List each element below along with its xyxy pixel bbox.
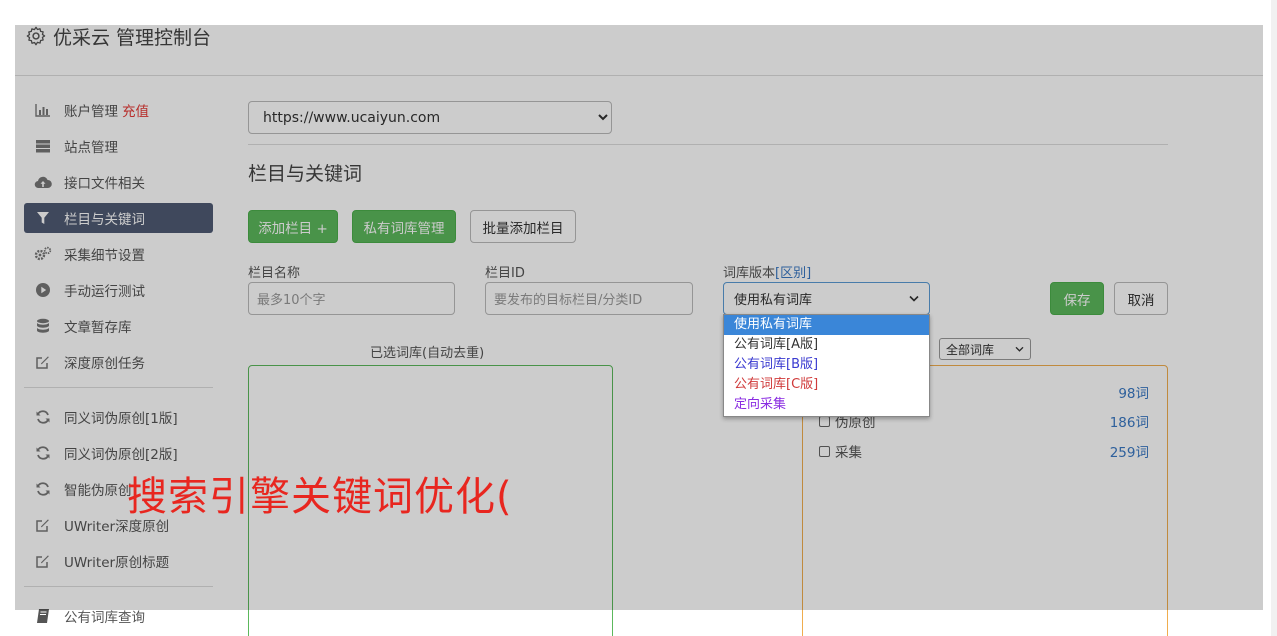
dropdown-option-targeted[interactable]: 定向采集 xyxy=(724,395,929,415)
sidebar-item-sites[interactable]: 站点管理 xyxy=(24,131,213,161)
sidebar-item-label: UWriter原创标题 xyxy=(64,555,170,571)
lib-version-dropdown: 使用私有词库 公有词库[A版] 公有词库[B版] 公有词库[C版] 定向采集 xyxy=(723,314,930,417)
lib-filter-select[interactable]: 全部词库 xyxy=(939,338,1031,360)
lib-row-count: 259词 xyxy=(1109,445,1149,461)
refresh-icon xyxy=(34,444,52,462)
bar-chart-icon xyxy=(34,101,52,119)
lib-version-select[interactable]: 使用私有词库 xyxy=(723,282,930,315)
server-icon xyxy=(34,137,52,155)
sidebar-item-label: 站点管理 xyxy=(64,140,118,156)
database-icon xyxy=(34,317,52,335)
column-name-input[interactable]: 最多10个字 xyxy=(248,282,455,315)
sidebar-item-uwriter-title[interactable]: UWriter原创标题 xyxy=(24,546,213,576)
edit-icon xyxy=(34,353,52,371)
play-circle-icon xyxy=(34,281,52,299)
lib-checkbox[interactable] xyxy=(819,445,830,457)
sidebar-item-article-store[interactable]: 文章暂存库 xyxy=(24,311,213,341)
sidebar-item-label: 手动运行测试 xyxy=(64,284,145,300)
sidebar-item-label: 公有词库查询 xyxy=(64,610,145,626)
column-id-input[interactable]: 要发布的目标栏目/分类ID xyxy=(485,282,693,315)
sidebar-item-account[interactable]: 账户管理 充值 xyxy=(24,95,213,125)
sidebar-item-label: 深度原创任务 xyxy=(64,356,145,372)
header: 优采云 管理控制台 xyxy=(15,25,1263,76)
sidebar-item-manual-run[interactable]: 手动运行测试 xyxy=(24,275,213,305)
lib-version-label-text: 词库版本 xyxy=(723,266,776,281)
gears-icon xyxy=(34,245,52,263)
refresh-icon xyxy=(34,408,52,426)
sidebar-item-label: 同义词伪原创[2版] xyxy=(64,447,178,463)
sidebar-item-label: 同义词伪原创[1版] xyxy=(64,411,178,427)
sidebar-item-public-lib-query[interactable]: 公有词库查询 xyxy=(24,601,213,631)
cancel-button[interactable]: 取消 xyxy=(1114,282,1168,315)
page-title: 优采云 管理控制台 xyxy=(53,27,212,49)
add-column-button[interactable]: 添加栏目 + xyxy=(248,210,338,243)
dropdown-option-private[interactable]: 使用私有词库 xyxy=(724,315,929,335)
sidebar-item-interface[interactable]: 接口文件相关 xyxy=(24,167,213,197)
cloud-upload-icon xyxy=(34,173,52,191)
lib-row-count: 186词 xyxy=(1109,415,1149,431)
sidebar-divider xyxy=(24,586,213,587)
lib-filter-value: 全部词库 xyxy=(946,342,995,357)
divider xyxy=(248,144,1168,145)
sidebar-divider xyxy=(24,387,213,388)
column-id-label: 栏目ID xyxy=(485,266,525,281)
selected-lib-title: 已选词库(自动去重) xyxy=(370,346,485,361)
lib-row-label: 采集 xyxy=(819,441,862,461)
private-lib-button[interactable]: 私有词库管理 xyxy=(352,210,456,243)
sidebar-item-columns-keywords[interactable]: 栏目与关键词 xyxy=(24,203,213,233)
sidebar-item-label: 文章暂存库 xyxy=(64,320,132,336)
lib-row-name: 采集 xyxy=(835,445,862,461)
lib-version-value: 使用私有词库 xyxy=(734,293,813,308)
section-title: 栏目与关键词 xyxy=(248,163,363,185)
sidebar-item-label: 栏目与关键词 xyxy=(64,212,145,228)
sidebar-item-synonym-v1[interactable]: 同义词伪原创[1版] xyxy=(24,402,213,432)
site-select[interactable]: https://www.ucaiyun.com xyxy=(248,101,612,134)
sidebar-item-label: 账户管理 xyxy=(64,104,118,120)
lib-row-count: 98词 xyxy=(1118,386,1149,402)
chevron-down-icon xyxy=(909,295,919,302)
sidebar-item-label: 智能伪原创 xyxy=(64,483,132,499)
recharge-link[interactable]: 充值 xyxy=(122,100,149,120)
edit-icon xyxy=(34,516,52,534)
dropdown-option-public-c[interactable]: 公有词库[C版] xyxy=(724,375,929,395)
lib-checkbox[interactable] xyxy=(819,415,830,427)
edit-icon xyxy=(34,552,52,570)
sidebar-item-label: 接口文件相关 xyxy=(64,176,145,192)
sidebar-item-deep-original[interactable]: 深度原创任务 xyxy=(24,347,213,377)
refresh-icon xyxy=(34,480,52,498)
chevron-down-icon xyxy=(1015,346,1024,352)
book-icon xyxy=(34,607,52,625)
column-name-label: 栏目名称 xyxy=(248,266,301,281)
sidebar-item-label: 采集细节设置 xyxy=(64,248,145,264)
save-button[interactable]: 保存 xyxy=(1050,282,1104,315)
lib-version-label: 词库版本[区别] xyxy=(723,262,811,281)
dropdown-option-public-b[interactable]: 公有词库[B版] xyxy=(724,355,929,375)
sidebar: 账户管理 充值 站点管理 接口文件相关 栏目与关键词 采集细节设置 手动运行测试… xyxy=(24,95,213,636)
batch-add-button[interactable]: 批量添加栏目 xyxy=(470,210,576,243)
lib-row[interactable]: 采集 259词 xyxy=(819,440,1149,462)
sidebar-item-collect-settings[interactable]: 采集细节设置 xyxy=(24,239,213,269)
difference-link[interactable]: [区别] xyxy=(775,266,811,281)
dropdown-option-public-a[interactable]: 公有词库[A版] xyxy=(724,335,929,355)
main-content: https://www.ucaiyun.com 栏目与关键词 xyxy=(248,101,1168,186)
admin-console: 优采云 管理控制台 账户管理 充值 站点管理 接口文件相关 栏目与关键词 采集细… xyxy=(15,25,1263,636)
gear-icon xyxy=(26,26,46,46)
scrollbar[interactable] xyxy=(1271,0,1277,636)
watermark-text: 搜索引擎关键词优化( xyxy=(127,474,513,520)
filter-icon xyxy=(34,209,52,227)
